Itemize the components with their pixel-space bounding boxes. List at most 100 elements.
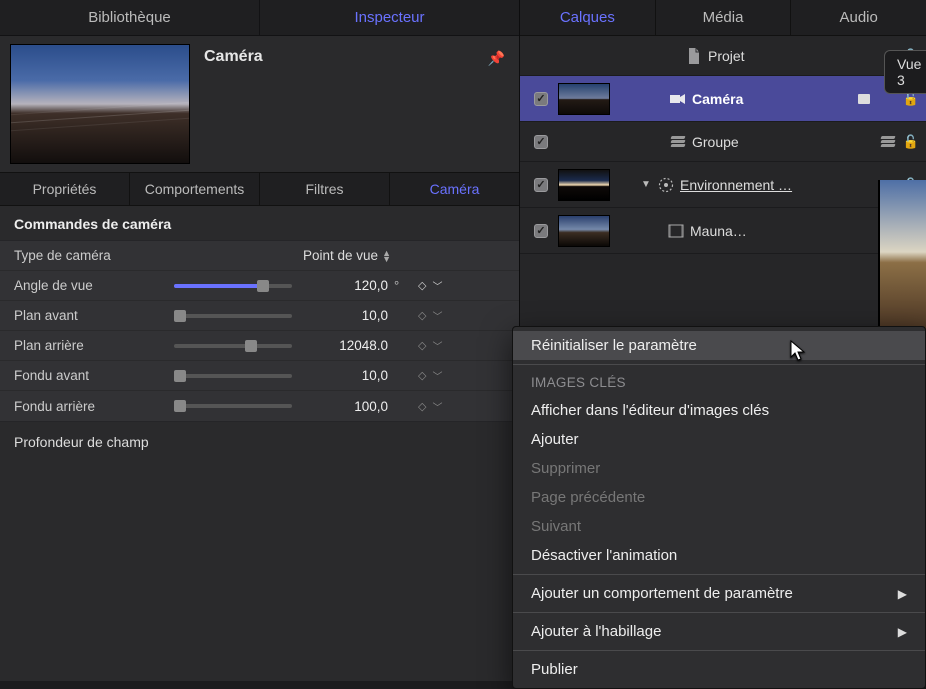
fadein-value[interactable]: 10,0 xyxy=(304,368,394,383)
layer-row-project[interactable]: Projet 🔓 xyxy=(520,36,926,76)
angle-slider[interactable] xyxy=(174,284,292,288)
animation-menu-button[interactable]: ﹀ xyxy=(430,368,442,383)
active-camera-badge xyxy=(858,94,870,104)
param-label-far: Plan arrière xyxy=(14,338,174,353)
layer-row-environment[interactable]: ▼ Environnement … 🔓 xyxy=(520,162,926,208)
menu-show-editor-label: Afficher dans l'éditeur d'images clés xyxy=(531,402,769,419)
view-selector[interactable]: Vue 3 xyxy=(884,50,926,94)
tab-media[interactable]: Média xyxy=(656,0,792,35)
object-thumbnail xyxy=(10,44,190,164)
far-slider[interactable] xyxy=(174,344,292,348)
param-near-plane: Plan avant 10,0 ◇ ﹀ xyxy=(0,301,519,331)
fadeout-value[interactable]: 100,0 xyxy=(304,399,394,414)
near-slider[interactable] xyxy=(174,314,292,318)
menu-separator xyxy=(513,364,925,365)
layer-thumbnail xyxy=(558,215,610,247)
param-fade-out: Fondu arrière 100,0 ◇ ﹀ xyxy=(0,391,519,421)
right-top-tabs: Calques Média Audio xyxy=(520,0,926,36)
visibility-checkbox[interactable] xyxy=(534,224,548,238)
menu-separator xyxy=(513,612,925,613)
layer-list: Projet 🔓 Caméra 🔓 Groupe xyxy=(520,36,926,254)
layer-name-environment[interactable]: Environnement … xyxy=(680,177,896,193)
clip-icon xyxy=(668,224,684,238)
lock-icon[interactable]: 🔓 xyxy=(902,134,920,150)
menu-add-parameter-behavior[interactable]: Ajouter un comportement de paramètre ▶ xyxy=(513,579,925,608)
keyframe-diamond-icon[interactable]: ◇ xyxy=(414,400,430,413)
animation-menu-button[interactable]: ﹀ xyxy=(430,278,442,293)
tab-library[interactable]: Bibliothèque xyxy=(0,0,260,35)
menu-next-label: Suivant xyxy=(531,518,581,535)
menu-reset-label: Réinitialiser le paramètre xyxy=(531,337,697,354)
keyframe-diamond-icon[interactable]: ◇ xyxy=(414,309,430,322)
submenu-arrow-icon: ▶ xyxy=(898,625,907,639)
pin-icon[interactable]: 📌 xyxy=(488,44,509,67)
tab-inspector[interactable]: Inspecteur xyxy=(260,0,519,35)
param-label-near: Plan avant xyxy=(14,308,174,323)
canvas-preview xyxy=(878,180,926,330)
layer-name-project: Projet xyxy=(708,48,896,64)
param-label-camera-type: Type de caméra xyxy=(14,248,174,263)
animation-menu-button[interactable]: ﹀ xyxy=(430,308,442,323)
menu-add-keyframe[interactable]: Ajouter xyxy=(513,425,925,454)
menu-add-label: Ajouter xyxy=(531,431,579,448)
stepper-icon: ▲▼ xyxy=(382,250,391,262)
object-header: Caméra 📌 xyxy=(0,36,519,172)
angle-value[interactable]: 120,0 xyxy=(304,278,394,293)
tab-audio[interactable]: Audio xyxy=(791,0,926,35)
far-value[interactable]: 12048.0 xyxy=(304,338,394,353)
layer-thumbnail xyxy=(558,169,610,201)
camera-type-value: Point de vue xyxy=(303,248,378,263)
near-value[interactable]: 10,0 xyxy=(304,308,394,323)
layer-name-group[interactable]: Groupe xyxy=(692,134,874,150)
menu-add-to-rig[interactable]: Ajouter à l'habillage ▶ xyxy=(513,617,925,646)
menu-show-in-keyframe-editor[interactable]: Afficher dans l'éditeur d'images clés xyxy=(513,396,925,425)
menu-separator xyxy=(513,650,925,651)
tab-properties[interactable]: Propriétés xyxy=(0,173,130,205)
group-icon xyxy=(670,136,686,148)
menu-separator xyxy=(513,574,925,575)
visibility-checkbox[interactable] xyxy=(534,135,548,149)
tab-layers[interactable]: Calques xyxy=(520,0,656,35)
tab-filters[interactable]: Filtres xyxy=(260,173,390,205)
object-title: Caméra xyxy=(204,44,474,66)
menu-reset-parameter[interactable]: Réinitialiser le paramètre xyxy=(513,331,925,360)
submenu-arrow-icon: ▶ xyxy=(898,587,907,601)
param-label-angle: Angle de vue xyxy=(14,278,174,293)
tab-behaviors[interactable]: Comportements xyxy=(130,173,260,205)
menu-add-param-behavior-label: Ajouter un comportement de paramètre xyxy=(531,585,793,602)
menu-add-to-rig-label: Ajouter à l'habillage xyxy=(531,623,661,640)
param-label-fadeout: Fondu arrière xyxy=(14,399,174,414)
layer-row-mauna[interactable]: Mauna… 🔓 xyxy=(520,208,926,254)
layer-name-camera[interactable]: Caméra xyxy=(692,91,848,107)
layer-name-mauna[interactable]: Mauna… xyxy=(690,223,896,239)
menu-publish[interactable]: Publier xyxy=(513,655,925,684)
menu-disable-animation[interactable]: Désactiver l'animation xyxy=(513,541,925,570)
tab-camera[interactable]: Caméra xyxy=(390,173,519,205)
section-camera-controls: Commandes de caméra xyxy=(0,206,519,240)
visibility-checkbox[interactable] xyxy=(534,178,548,192)
menu-previous-keyframe: Page précédente xyxy=(513,483,925,512)
inspector-top-tabs: Bibliothèque Inspecteur xyxy=(0,0,519,36)
stack-3d-icon xyxy=(880,136,896,148)
keyframe-diamond-icon[interactable]: ◇ xyxy=(414,339,430,352)
layer-row-group[interactable]: Groupe 🔓 xyxy=(520,122,926,162)
disclosure-triangle-icon[interactable]: ▼ xyxy=(640,179,652,190)
animation-menu-button[interactable]: ﹀ xyxy=(430,338,442,353)
environment-icon xyxy=(658,177,674,193)
param-camera-type: Type de caméra Point de vue ▲▼ xyxy=(0,241,519,271)
menu-disable-label: Désactiver l'animation xyxy=(531,547,677,564)
fadeout-slider[interactable] xyxy=(174,404,292,408)
fadein-slider[interactable] xyxy=(174,374,292,378)
animation-menu-button[interactable]: ﹀ xyxy=(430,399,442,414)
keyframe-diamond-icon[interactable]: ◇ xyxy=(414,369,430,382)
visibility-checkbox[interactable] xyxy=(534,92,548,106)
param-fade-in: Fondu avant 10,0 ◇ ﹀ xyxy=(0,361,519,391)
camera-type-popup[interactable]: Point de vue ▲▼ xyxy=(303,248,391,263)
section-depth-of-field[interactable]: Profondeur de champ xyxy=(0,422,519,462)
inspector-sub-tabs: Propriétés Comportements Filtres Caméra xyxy=(0,172,519,206)
layer-row-camera[interactable]: Caméra 🔓 xyxy=(520,76,926,122)
camera-params: Type de caméra Point de vue ▲▼ Angle de … xyxy=(0,240,519,422)
keyframe-diamond-icon[interactable]: ◇ xyxy=(414,279,430,292)
menu-publish-label: Publier xyxy=(531,661,578,678)
param-angle: Angle de vue 120,0 ° ◇ ﹀ xyxy=(0,271,519,301)
